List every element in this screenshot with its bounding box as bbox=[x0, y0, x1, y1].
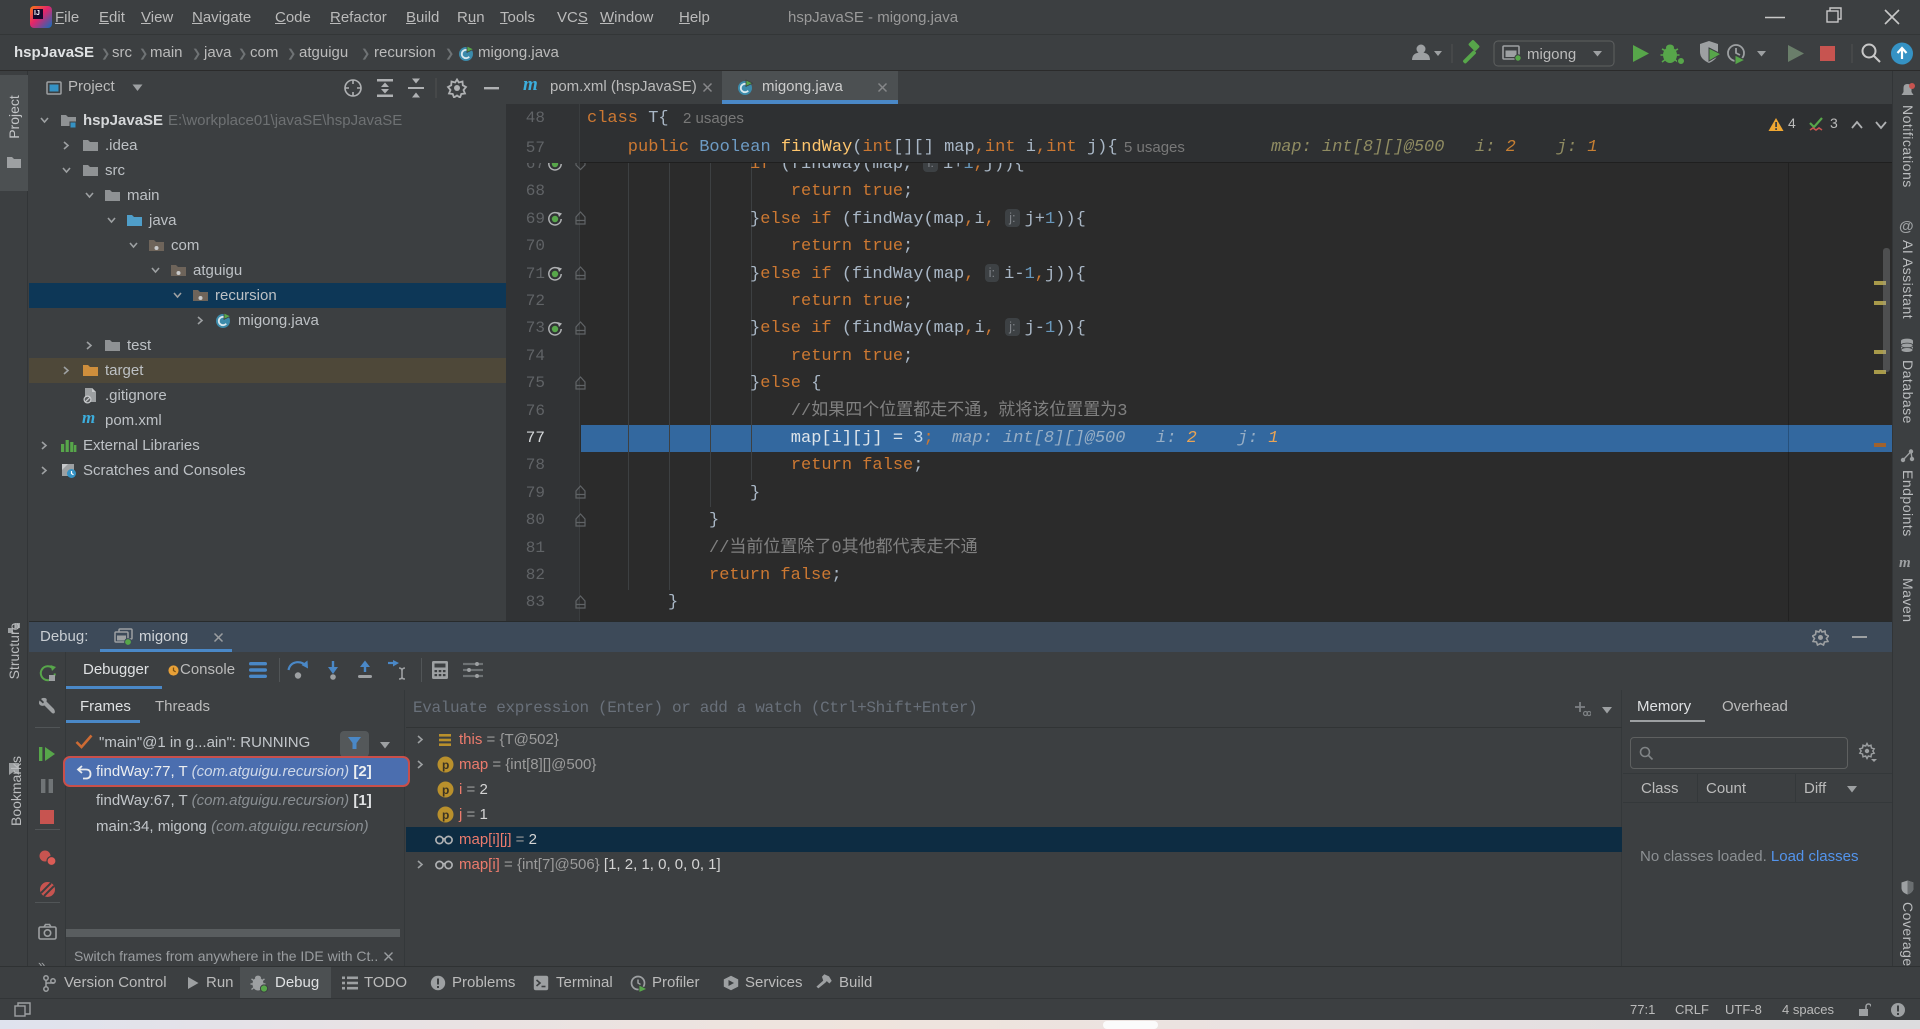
svg-text:p: p bbox=[442, 758, 449, 772]
svg-text:p: p bbox=[442, 783, 449, 797]
svg-text:migong: migong bbox=[1527, 46, 1576, 63]
svg-text:p: p bbox=[442, 808, 449, 822]
